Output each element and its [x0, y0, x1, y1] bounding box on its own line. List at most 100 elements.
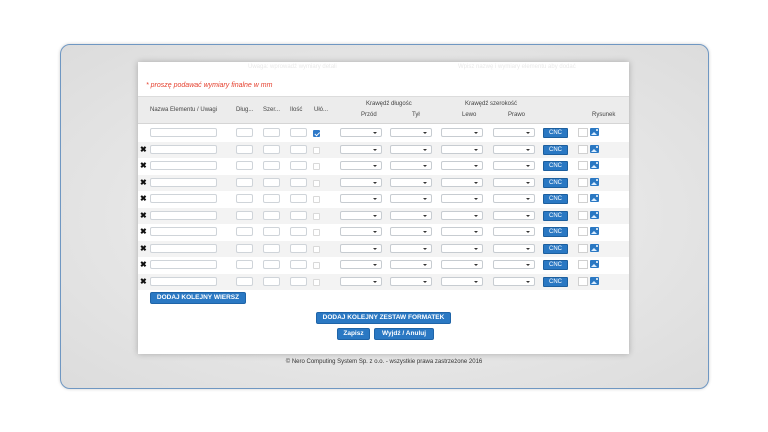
cnc-button[interactable]: CNC	[543, 243, 568, 254]
edge-right-select[interactable]	[493, 260, 535, 269]
cnc-button[interactable]: CNC	[543, 194, 568, 204]
delete-row-icon[interactable]: ✖	[140, 194, 147, 203]
drawing-checkbox[interactable]	[578, 243, 588, 253]
element-name-input[interactable]	[150, 260, 217, 269]
length-input[interactable]	[236, 243, 253, 253]
grain-checkbox[interactable]	[313, 229, 320, 236]
delete-row-icon[interactable]: ✖	[140, 145, 147, 154]
edge-left-select[interactable]	[441, 177, 483, 187]
quantity-input[interactable]	[290, 177, 307, 187]
element-name-input[interactable]	[150, 128, 217, 137]
length-input[interactable]	[236, 194, 253, 203]
image-icon[interactable]	[590, 194, 599, 202]
drawing-checkbox[interactable]	[578, 260, 588, 269]
edge-back-select[interactable]	[390, 243, 432, 253]
edge-right-select[interactable]	[493, 276, 535, 286]
edge-back-select[interactable]	[390, 161, 432, 170]
edge-left-select[interactable]	[441, 276, 483, 286]
grain-checkbox[interactable]	[313, 212, 320, 220]
cnc-button[interactable]: CNC	[543, 144, 568, 155]
add-set-button[interactable]: DODAJ KOLEJNY ZESTAW FORMATEK	[316, 312, 451, 324]
drawing-checkbox[interactable]	[578, 194, 588, 203]
edge-right-select[interactable]	[493, 161, 535, 170]
edge-right-select[interactable]	[493, 227, 535, 236]
edge-right-select[interactable]	[493, 210, 535, 220]
element-name-input[interactable]	[150, 227, 217, 236]
quantity-input[interactable]	[290, 161, 307, 170]
edge-front-select[interactable]	[340, 194, 382, 203]
drawing-checkbox[interactable]	[578, 177, 588, 187]
element-name-input[interactable]	[150, 243, 217, 253]
edge-front-select[interactable]	[340, 210, 382, 220]
edge-left-select[interactable]	[441, 144, 483, 154]
edge-left-select[interactable]	[441, 161, 483, 170]
edge-front-select[interactable]	[340, 161, 382, 170]
cnc-button[interactable]: CNC	[543, 276, 568, 287]
grain-checkbox[interactable]	[313, 262, 320, 269]
drawing-checkbox[interactable]	[578, 276, 588, 286]
element-name-input[interactable]	[150, 210, 217, 220]
delete-row-icon[interactable]: ✖	[140, 161, 147, 170]
edge-front-select[interactable]	[340, 144, 382, 154]
length-input[interactable]	[236, 260, 253, 269]
grain-checkbox[interactable]	[313, 278, 320, 286]
delete-row-icon[interactable]: ✖	[140, 277, 147, 286]
image-icon[interactable]	[590, 276, 599, 285]
quantity-input[interactable]	[290, 128, 307, 137]
delete-row-icon[interactable]: ✖	[140, 178, 147, 187]
width-input[interactable]	[263, 194, 280, 203]
image-icon[interactable]	[590, 177, 599, 186]
edge-right-select[interactable]	[493, 243, 535, 253]
delete-row-icon[interactable]: ✖	[140, 227, 147, 236]
quantity-input[interactable]	[290, 210, 307, 220]
edge-left-select[interactable]	[441, 260, 483, 269]
cnc-button[interactable]: CNC	[543, 260, 568, 270]
edge-front-select[interactable]	[340, 128, 382, 137]
edge-right-select[interactable]	[493, 144, 535, 154]
image-icon[interactable]	[590, 128, 599, 136]
width-input[interactable]	[263, 144, 280, 154]
edge-back-select[interactable]	[390, 276, 432, 286]
image-icon[interactable]	[590, 144, 599, 153]
image-icon[interactable]	[590, 260, 599, 268]
drawing-checkbox[interactable]	[578, 227, 588, 236]
width-input[interactable]	[263, 177, 280, 187]
width-input[interactable]	[263, 128, 280, 137]
edge-front-select[interactable]	[340, 227, 382, 236]
cnc-button[interactable]: CNC	[543, 161, 568, 171]
delete-row-icon[interactable]: ✖	[140, 244, 147, 253]
edge-front-select[interactable]	[340, 243, 382, 253]
length-input[interactable]	[236, 177, 253, 187]
drawing-checkbox[interactable]	[578, 161, 588, 170]
grain-checkbox[interactable]	[313, 196, 320, 203]
length-input[interactable]	[236, 210, 253, 220]
edge-back-select[interactable]	[390, 227, 432, 236]
grain-checkbox[interactable]	[313, 163, 320, 170]
length-input[interactable]	[236, 144, 253, 154]
edge-back-select[interactable]	[390, 128, 432, 137]
width-input[interactable]	[263, 243, 280, 253]
edge-left-select[interactable]	[441, 243, 483, 253]
edge-left-select[interactable]	[441, 128, 483, 137]
length-input[interactable]	[236, 161, 253, 170]
quantity-input[interactable]	[290, 260, 307, 269]
edge-left-select[interactable]	[441, 210, 483, 220]
quantity-input[interactable]	[290, 227, 307, 236]
save-button[interactable]: Zapisz	[337, 328, 370, 340]
width-input[interactable]	[263, 210, 280, 220]
width-input[interactable]	[263, 276, 280, 286]
drawing-checkbox[interactable]	[578, 210, 588, 220]
edge-right-select[interactable]	[493, 177, 535, 187]
width-input[interactable]	[263, 260, 280, 269]
drawing-checkbox[interactable]	[578, 128, 588, 137]
edge-back-select[interactable]	[390, 210, 432, 220]
edge-right-select[interactable]	[493, 128, 535, 137]
edge-front-select[interactable]	[340, 177, 382, 187]
edge-back-select[interactable]	[390, 177, 432, 187]
edge-right-select[interactable]	[493, 194, 535, 203]
grain-checkbox[interactable]	[313, 179, 320, 187]
edge-left-select[interactable]	[441, 227, 483, 236]
element-name-input[interactable]	[150, 161, 217, 170]
edge-back-select[interactable]	[390, 144, 432, 154]
element-name-input[interactable]	[150, 177, 217, 187]
